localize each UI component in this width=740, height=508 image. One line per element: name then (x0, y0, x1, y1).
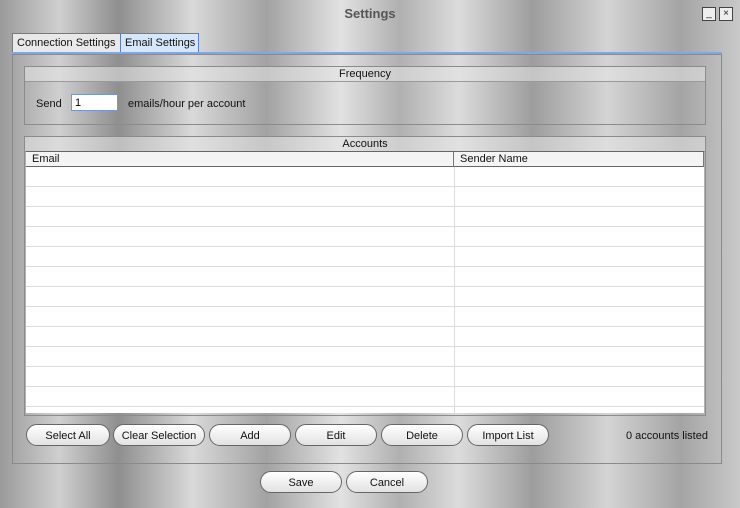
column-separator (454, 267, 455, 287)
column-separator (454, 287, 455, 307)
table-row[interactable] (26, 407, 704, 413)
send-suffix-label: emails/hour per account (128, 98, 246, 110)
column-separator (454, 367, 455, 387)
add-button[interactable]: Add (209, 424, 291, 446)
table-row[interactable] (26, 227, 704, 247)
emails-per-hour-input[interactable] (71, 94, 118, 111)
table-row[interactable] (26, 327, 704, 347)
select-all-button[interactable]: Select All (26, 424, 110, 446)
column-separator (454, 347, 455, 367)
table-body (26, 167, 704, 413)
column-separator (454, 307, 455, 327)
edit-button[interactable]: Edit (295, 424, 377, 446)
save-button[interactable]: Save (260, 471, 342, 493)
accounts-count-status: 0 accounts listed (626, 430, 708, 442)
tab-connection-settings[interactable]: Connection Settings (12, 33, 121, 52)
delete-button[interactable]: Delete (381, 424, 463, 446)
table-row[interactable] (26, 387, 704, 407)
column-separator (454, 227, 455, 247)
send-label: Send (36, 98, 62, 110)
table-row[interactable] (26, 247, 704, 267)
column-separator (454, 387, 455, 407)
column-separator (454, 167, 455, 187)
table-row[interactable] (26, 207, 704, 227)
import-list-button[interactable]: Import List (467, 424, 549, 446)
frequency-group-title: Frequency (25, 67, 705, 82)
table-row[interactable] (26, 307, 704, 327)
table-row[interactable] (26, 347, 704, 367)
column-separator (454, 327, 455, 347)
table-row[interactable] (26, 187, 704, 207)
cancel-button[interactable]: Cancel (346, 471, 428, 493)
frequency-group: Frequency (24, 66, 706, 125)
column-separator (454, 247, 455, 267)
clear-selection-button[interactable]: Clear Selection (113, 424, 205, 446)
table-row[interactable] (26, 267, 704, 287)
column-separator (454, 187, 455, 207)
tab-email-settings[interactable]: Email Settings (120, 33, 199, 52)
settings-window: Settings _ × Connection Settings Email S… (0, 0, 740, 508)
title-bar: Settings _ × (0, 0, 740, 30)
column-header-email[interactable]: Email (26, 152, 454, 167)
table-row[interactable] (26, 167, 704, 187)
accounts-group-title: Accounts (25, 137, 705, 152)
close-icon[interactable]: × (719, 7, 733, 21)
window-title: Settings (344, 6, 396, 21)
table-header: Email Sender Name (26, 151, 704, 167)
minimize-icon[interactable]: _ (702, 7, 716, 21)
column-separator (454, 207, 455, 227)
column-header-sender-name[interactable]: Sender Name (454, 152, 704, 167)
column-separator (454, 407, 455, 413)
accounts-table[interactable]: Email Sender Name (26, 151, 704, 413)
table-row[interactable] (26, 367, 704, 387)
table-row[interactable] (26, 287, 704, 307)
